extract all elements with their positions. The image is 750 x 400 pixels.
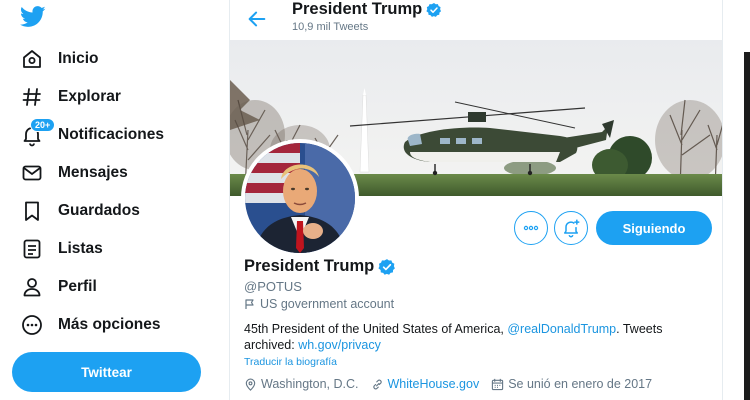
header-name: President Trump bbox=[292, 0, 423, 18]
right-column-dark-panel bbox=[744, 52, 750, 400]
sidebar: Inicio Explorar 20+ Notificaciones Mensa… bbox=[0, 0, 228, 400]
header-title: President Trump bbox=[292, 0, 442, 19]
person-icon bbox=[23, 278, 41, 297]
home-icon bbox=[23, 50, 41, 68]
bio-text: 45th President of the United States of A… bbox=[244, 322, 508, 336]
bio-mention-link[interactable]: @realDonaldTrump bbox=[507, 322, 616, 336]
joined-text: Se unió en enero de 2017 bbox=[508, 377, 653, 391]
link-icon bbox=[372, 379, 382, 389]
calendar-icon bbox=[492, 378, 504, 390]
notification-badge: 20+ bbox=[30, 118, 56, 132]
more-circle-icon bbox=[22, 315, 42, 335]
tweet-button[interactable]: Twittear bbox=[12, 352, 201, 392]
profile-column: President Trump 10,9 mil Tweets Siguiend… bbox=[229, 0, 723, 400]
hashtag-icon bbox=[22, 88, 41, 106]
nav-label: Listas bbox=[58, 240, 103, 257]
verified-badge-icon bbox=[378, 258, 396, 275]
verified-badge-icon bbox=[426, 2, 442, 17]
account-type-text: US government account bbox=[260, 297, 395, 311]
nav-label: Mensajes bbox=[58, 164, 128, 181]
list-icon bbox=[23, 239, 41, 259]
government-account-label: US government account bbox=[244, 297, 394, 311]
nav-item-inicio[interactable]: Inicio bbox=[12, 41, 98, 77]
twitter-logo-icon[interactable] bbox=[20, 6, 46, 28]
nav-label: Notificaciones bbox=[58, 126, 164, 143]
bio-url-link[interactable]: wh.gov/privacy bbox=[298, 338, 381, 352]
bookmark-icon bbox=[25, 201, 39, 221]
nav-label: Inicio bbox=[58, 50, 99, 67]
nav-label: Guardados bbox=[58, 202, 140, 219]
mail-icon bbox=[22, 165, 42, 181]
location-item: Washington, D.C. bbox=[244, 377, 359, 391]
nav-item-explorar[interactable]: Explorar bbox=[12, 79, 121, 115]
following-button[interactable]: Siguiendo bbox=[596, 211, 712, 245]
bell-plus-icon bbox=[564, 219, 580, 238]
website-link[interactable]: WhiteHouse.gov bbox=[388, 377, 480, 391]
nav-label: Explorar bbox=[58, 88, 121, 105]
more-horizontal-icon bbox=[523, 225, 539, 231]
nav-item-mas-opciones[interactable]: Más opciones bbox=[12, 307, 161, 343]
profile-name: President Trump bbox=[244, 257, 396, 276]
nav-item-listas[interactable]: Listas bbox=[12, 231, 103, 267]
more-options-button[interactable] bbox=[514, 211, 548, 245]
location-text: Washington, D.C. bbox=[261, 377, 359, 391]
tweet-count: 10,9 mil Tweets bbox=[292, 21, 369, 33]
nav-item-guardados[interactable]: Guardados bbox=[12, 193, 140, 229]
nav-item-mensajes[interactable]: Mensajes bbox=[12, 155, 128, 191]
nav-item-notificaciones[interactable]: 20+ Notificaciones bbox=[12, 117, 164, 153]
profile-bio: 45th President of the United States of A… bbox=[244, 321, 714, 353]
profile-display-name: President Trump bbox=[244, 257, 375, 275]
profile-meta: Washington, D.C. WhiteHouse.gov Se unió … bbox=[244, 377, 664, 391]
profile-header-bar: President Trump 10,9 mil Tweets bbox=[230, 0, 722, 40]
flag-icon bbox=[245, 299, 254, 309]
translate-bio-link[interactable]: Traducir la biografía bbox=[244, 356, 337, 368]
nav-label: Perfil bbox=[58, 278, 97, 295]
joined-item: Se unió en enero de 2017 bbox=[491, 377, 652, 391]
website-item: WhiteHouse.gov bbox=[371, 377, 480, 391]
profile-avatar[interactable] bbox=[241, 139, 359, 257]
profile-handle: @POTUS bbox=[244, 279, 302, 294]
bell-icon: 20+ bbox=[20, 118, 56, 147]
nav-item-perfil[interactable]: Perfil bbox=[12, 269, 97, 305]
location-pin-icon bbox=[245, 378, 256, 391]
nav-label: Más opciones bbox=[58, 316, 161, 333]
notifications-subscribe-button[interactable] bbox=[554, 211, 588, 245]
back-arrow-icon[interactable] bbox=[246, 8, 268, 30]
